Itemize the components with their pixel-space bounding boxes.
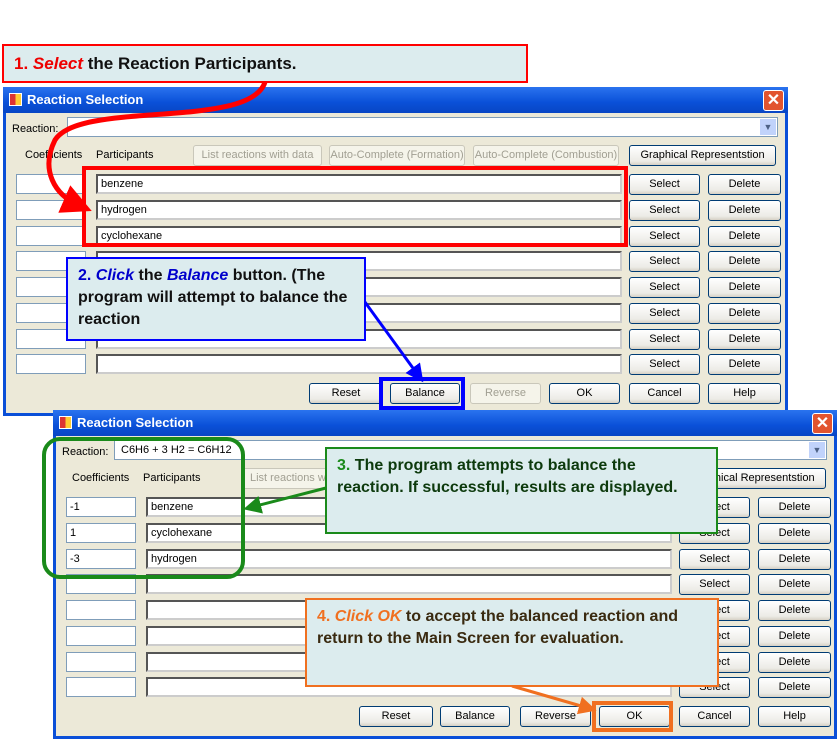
callout-step3: 3. The program attempts to balance the r… (325, 447, 718, 534)
callout-emphasis: Click (95, 267, 135, 284)
callout-text: the (134, 267, 167, 284)
arrow-step1 (46, 80, 268, 213)
callout-emphasis: Select (32, 54, 84, 73)
callout-step4: 4. Click OK to accept the balanced react… (305, 598, 719, 687)
callout-step2: 2. Click the Balance button. (The progra… (66, 257, 366, 341)
callout-step1: 1. Select the Reaction Participants. (2, 44, 528, 83)
step-number: 2. (78, 267, 92, 284)
step-number: 4. (317, 608, 331, 625)
arrow-step3 (243, 486, 327, 514)
arrow-step2 (360, 297, 424, 383)
arrow-step4 (511, 684, 597, 715)
callout-emphasis: Click OK (334, 608, 402, 625)
callout-emphasis: Balance (166, 267, 229, 284)
callout-text: The program attempts to balance the reac… (337, 457, 678, 496)
callout-text: the Reaction Participants. (83, 54, 297, 73)
step-number: 1. (14, 54, 29, 73)
step-number: 3. (337, 457, 351, 474)
